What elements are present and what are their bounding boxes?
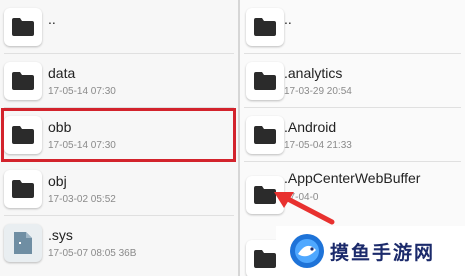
folder-icon bbox=[246, 62, 284, 100]
item-date: 17-05-04 21:33 bbox=[284, 140, 352, 151]
selection-highlight bbox=[1, 108, 236, 162]
folder-icon bbox=[4, 62, 42, 100]
item-date: 17-03-02 05:52 bbox=[48, 194, 116, 205]
list-item-parent[interactable]: .. bbox=[240, 0, 465, 54]
item-date-size: 17-05-07 08:05 36B bbox=[48, 248, 137, 259]
item-name: .sys bbox=[48, 227, 73, 243]
list-item-data[interactable]: data 17-05-14 07:30 bbox=[0, 54, 238, 108]
folder-icon bbox=[4, 8, 42, 46]
item-date: 17-03-29 20:54 bbox=[284, 86, 352, 97]
item-date: 17-05-14 07:30 bbox=[48, 86, 116, 97]
item-name: .Android bbox=[284, 119, 337, 135]
watermark-text: 摸鱼手游网 bbox=[330, 243, 436, 264]
watermark: 摸鱼手游网 bbox=[276, 226, 465, 276]
list-item-analytics[interactable]: .analytics 17-03-29 20:54 bbox=[240, 54, 465, 108]
list-item-parent[interactable]: .. bbox=[0, 0, 238, 54]
item-name: obj bbox=[48, 173, 67, 189]
list-item-obj[interactable]: obj 17-03-02 05:52 bbox=[0, 162, 238, 216]
pointer-arrow-icon bbox=[274, 192, 335, 225]
item-name: data bbox=[48, 65, 76, 81]
folder-icon bbox=[246, 8, 284, 46]
folder-icon bbox=[246, 116, 284, 154]
item-name: .. bbox=[284, 11, 292, 27]
item-name: .. bbox=[48, 11, 56, 27]
watermark-logo-icon bbox=[290, 234, 324, 268]
list-item-android[interactable]: .Android 17-05-04 21:33 bbox=[240, 108, 465, 162]
file-icon bbox=[4, 224, 42, 262]
list-item-sys[interactable]: .sys 17-05-07 08:05 36B bbox=[0, 216, 238, 270]
item-name: .analytics bbox=[284, 65, 343, 81]
item-name: .AppCenterWebBuffer bbox=[284, 170, 421, 186]
folder-icon bbox=[4, 170, 42, 208]
